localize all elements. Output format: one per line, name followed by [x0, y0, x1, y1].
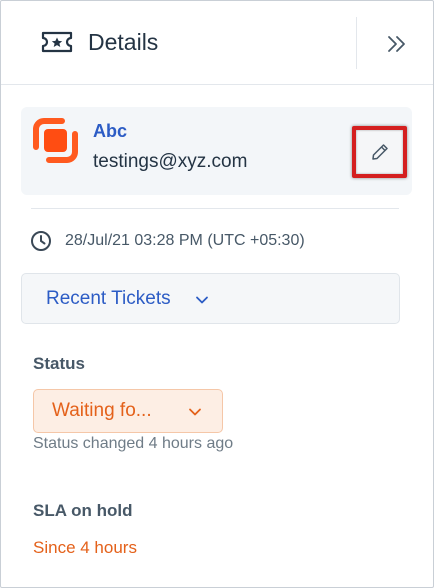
status-label: Status — [33, 354, 85, 373]
created-timestamp: 28/Jul/21 03:28 PM (UTC +05:30) — [65, 232, 305, 249]
sla-label: SLA on hold — [33, 501, 133, 520]
edit-contact-button[interactable] — [352, 126, 407, 178]
contact-logo-icon — [33, 118, 78, 163]
pencil-icon — [371, 144, 388, 160]
double-chevron-right-icon — [388, 36, 405, 52]
created-timestamp-row: 28/Jul/21 03:28 PM (UTC +05:30) — [30, 230, 305, 252]
status-dropdown[interactable]: Waiting fo... — [33, 389, 223, 433]
collapse-panel-button[interactable] — [377, 29, 417, 59]
recent-tickets-label: Recent Tickets — [46, 288, 171, 309]
contact-card: Abc testings@xyz.com — [21, 107, 412, 195]
ticket-star-icon — [41, 31, 73, 53]
panel-title: Details — [88, 29, 159, 55]
chevron-down-icon — [196, 296, 208, 304]
details-panel: Details Abc testings@xyz.com 28/Jul/21 0… — [0, 0, 434, 588]
contact-name-link[interactable]: Abc — [93, 121, 127, 142]
status-changed-text: Status changed 4 hours ago — [33, 435, 234, 452]
recent-tickets-button[interactable]: Recent Tickets — [21, 273, 400, 324]
sla-value: Since 4 hours — [33, 538, 137, 557]
header-divider — [356, 17, 357, 69]
chevron-down-icon — [189, 408, 201, 416]
contact-email: testings@xyz.com — [93, 151, 248, 172]
clock-icon — [31, 231, 51, 251]
status-value: Waiting fo... — [52, 400, 152, 421]
section-divider — [31, 208, 399, 209]
panel-header: Details — [1, 1, 433, 85]
